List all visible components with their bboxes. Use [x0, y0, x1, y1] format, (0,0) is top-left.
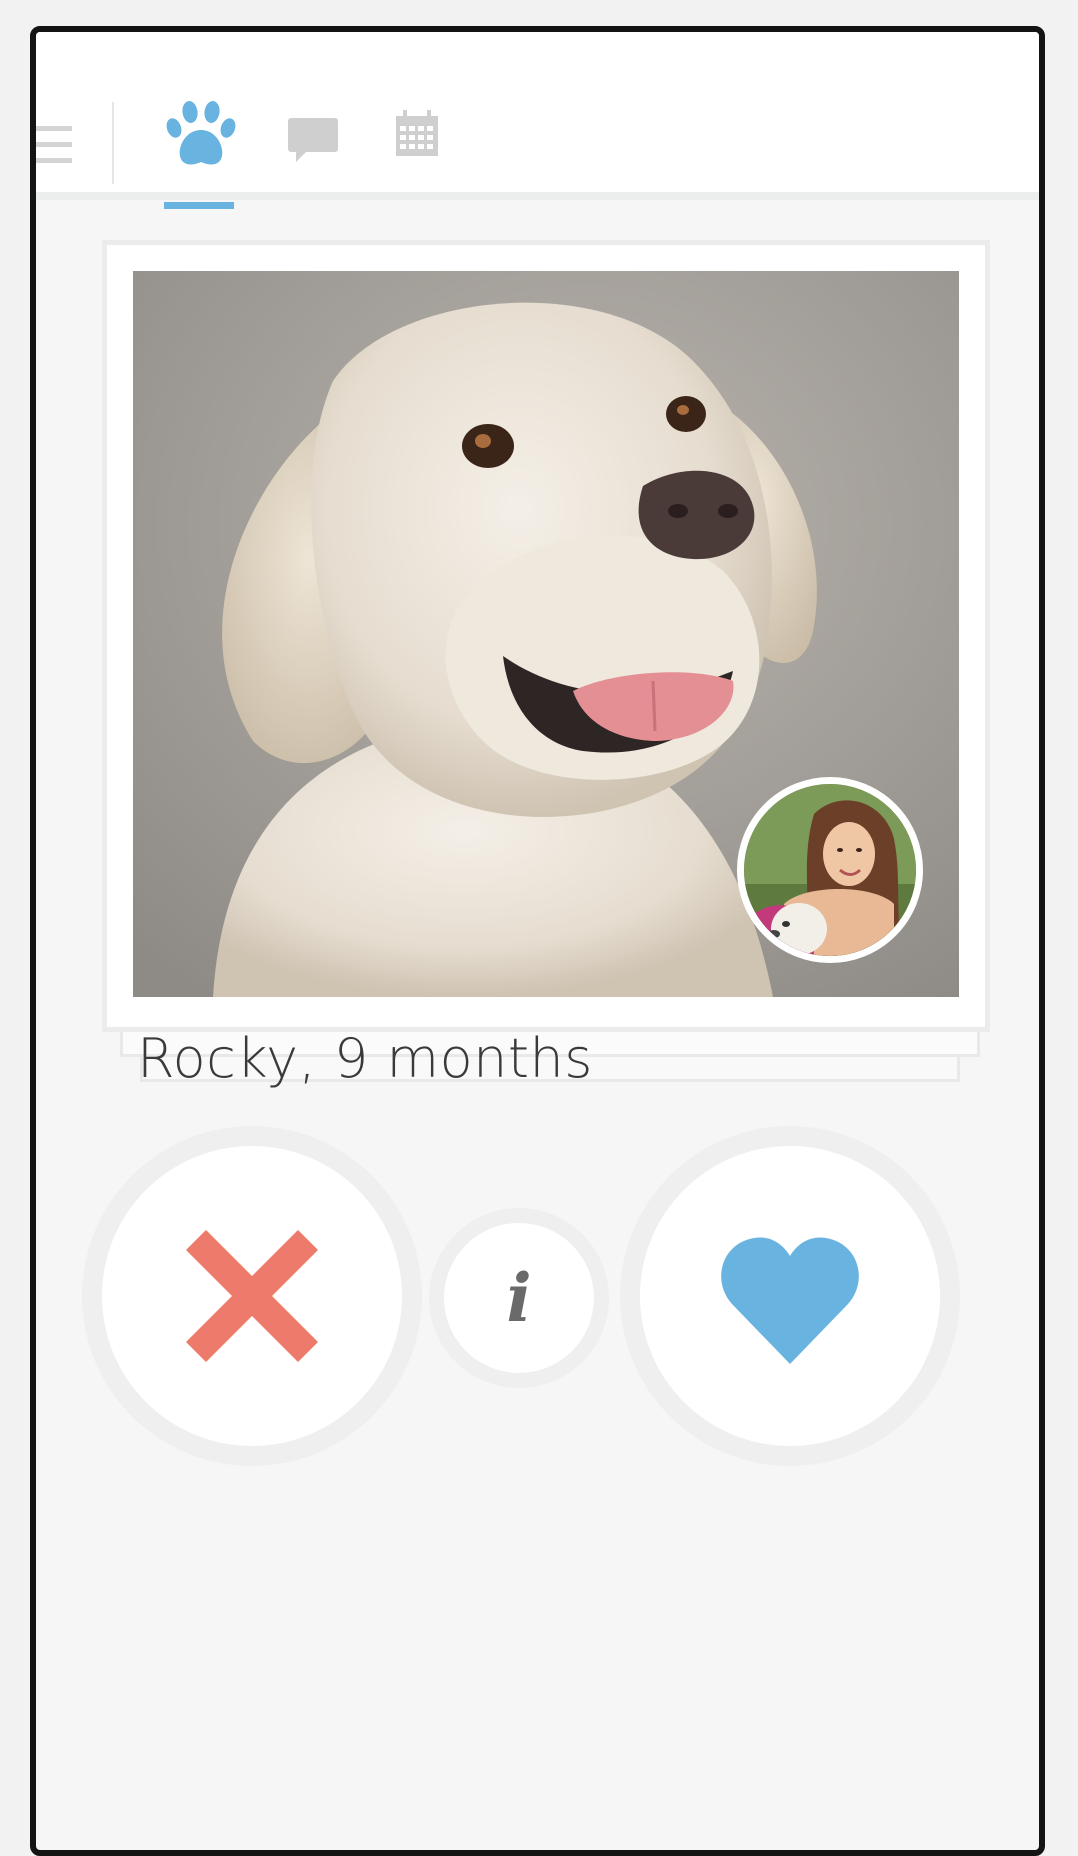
- dislike-button[interactable]: [102, 1146, 402, 1446]
- like-button[interactable]: [640, 1146, 940, 1446]
- tab-discover[interactable]: [164, 98, 240, 198]
- tab-calendar[interactable]: [394, 110, 440, 210]
- chat-bubble-icon: [288, 118, 338, 162]
- tab-bar: [36, 32, 1039, 200]
- tab-divider: [112, 102, 114, 184]
- info-button[interactable]: i: [444, 1223, 594, 1373]
- phone-frame: Rocky, 9 months i: [30, 26, 1045, 1856]
- dog-photo: [133, 271, 959, 997]
- calendar-icon: [396, 110, 438, 156]
- x-icon: [186, 1230, 318, 1362]
- paw-icon: [166, 101, 236, 165]
- pet-profile-card[interactable]: Rocky, 9 months: [102, 240, 990, 1090]
- tab-messages[interactable]: [286, 116, 342, 216]
- owner-avatar[interactable]: [737, 777, 923, 963]
- heart-icon: [721, 1237, 859, 1364]
- pet-name-age: Rocky, 9 months: [137, 1027, 593, 1090]
- info-icon: i: [506, 1259, 532, 1337]
- active-tab-indicator: [164, 202, 234, 209]
- menu-icon[interactable]: [36, 122, 72, 166]
